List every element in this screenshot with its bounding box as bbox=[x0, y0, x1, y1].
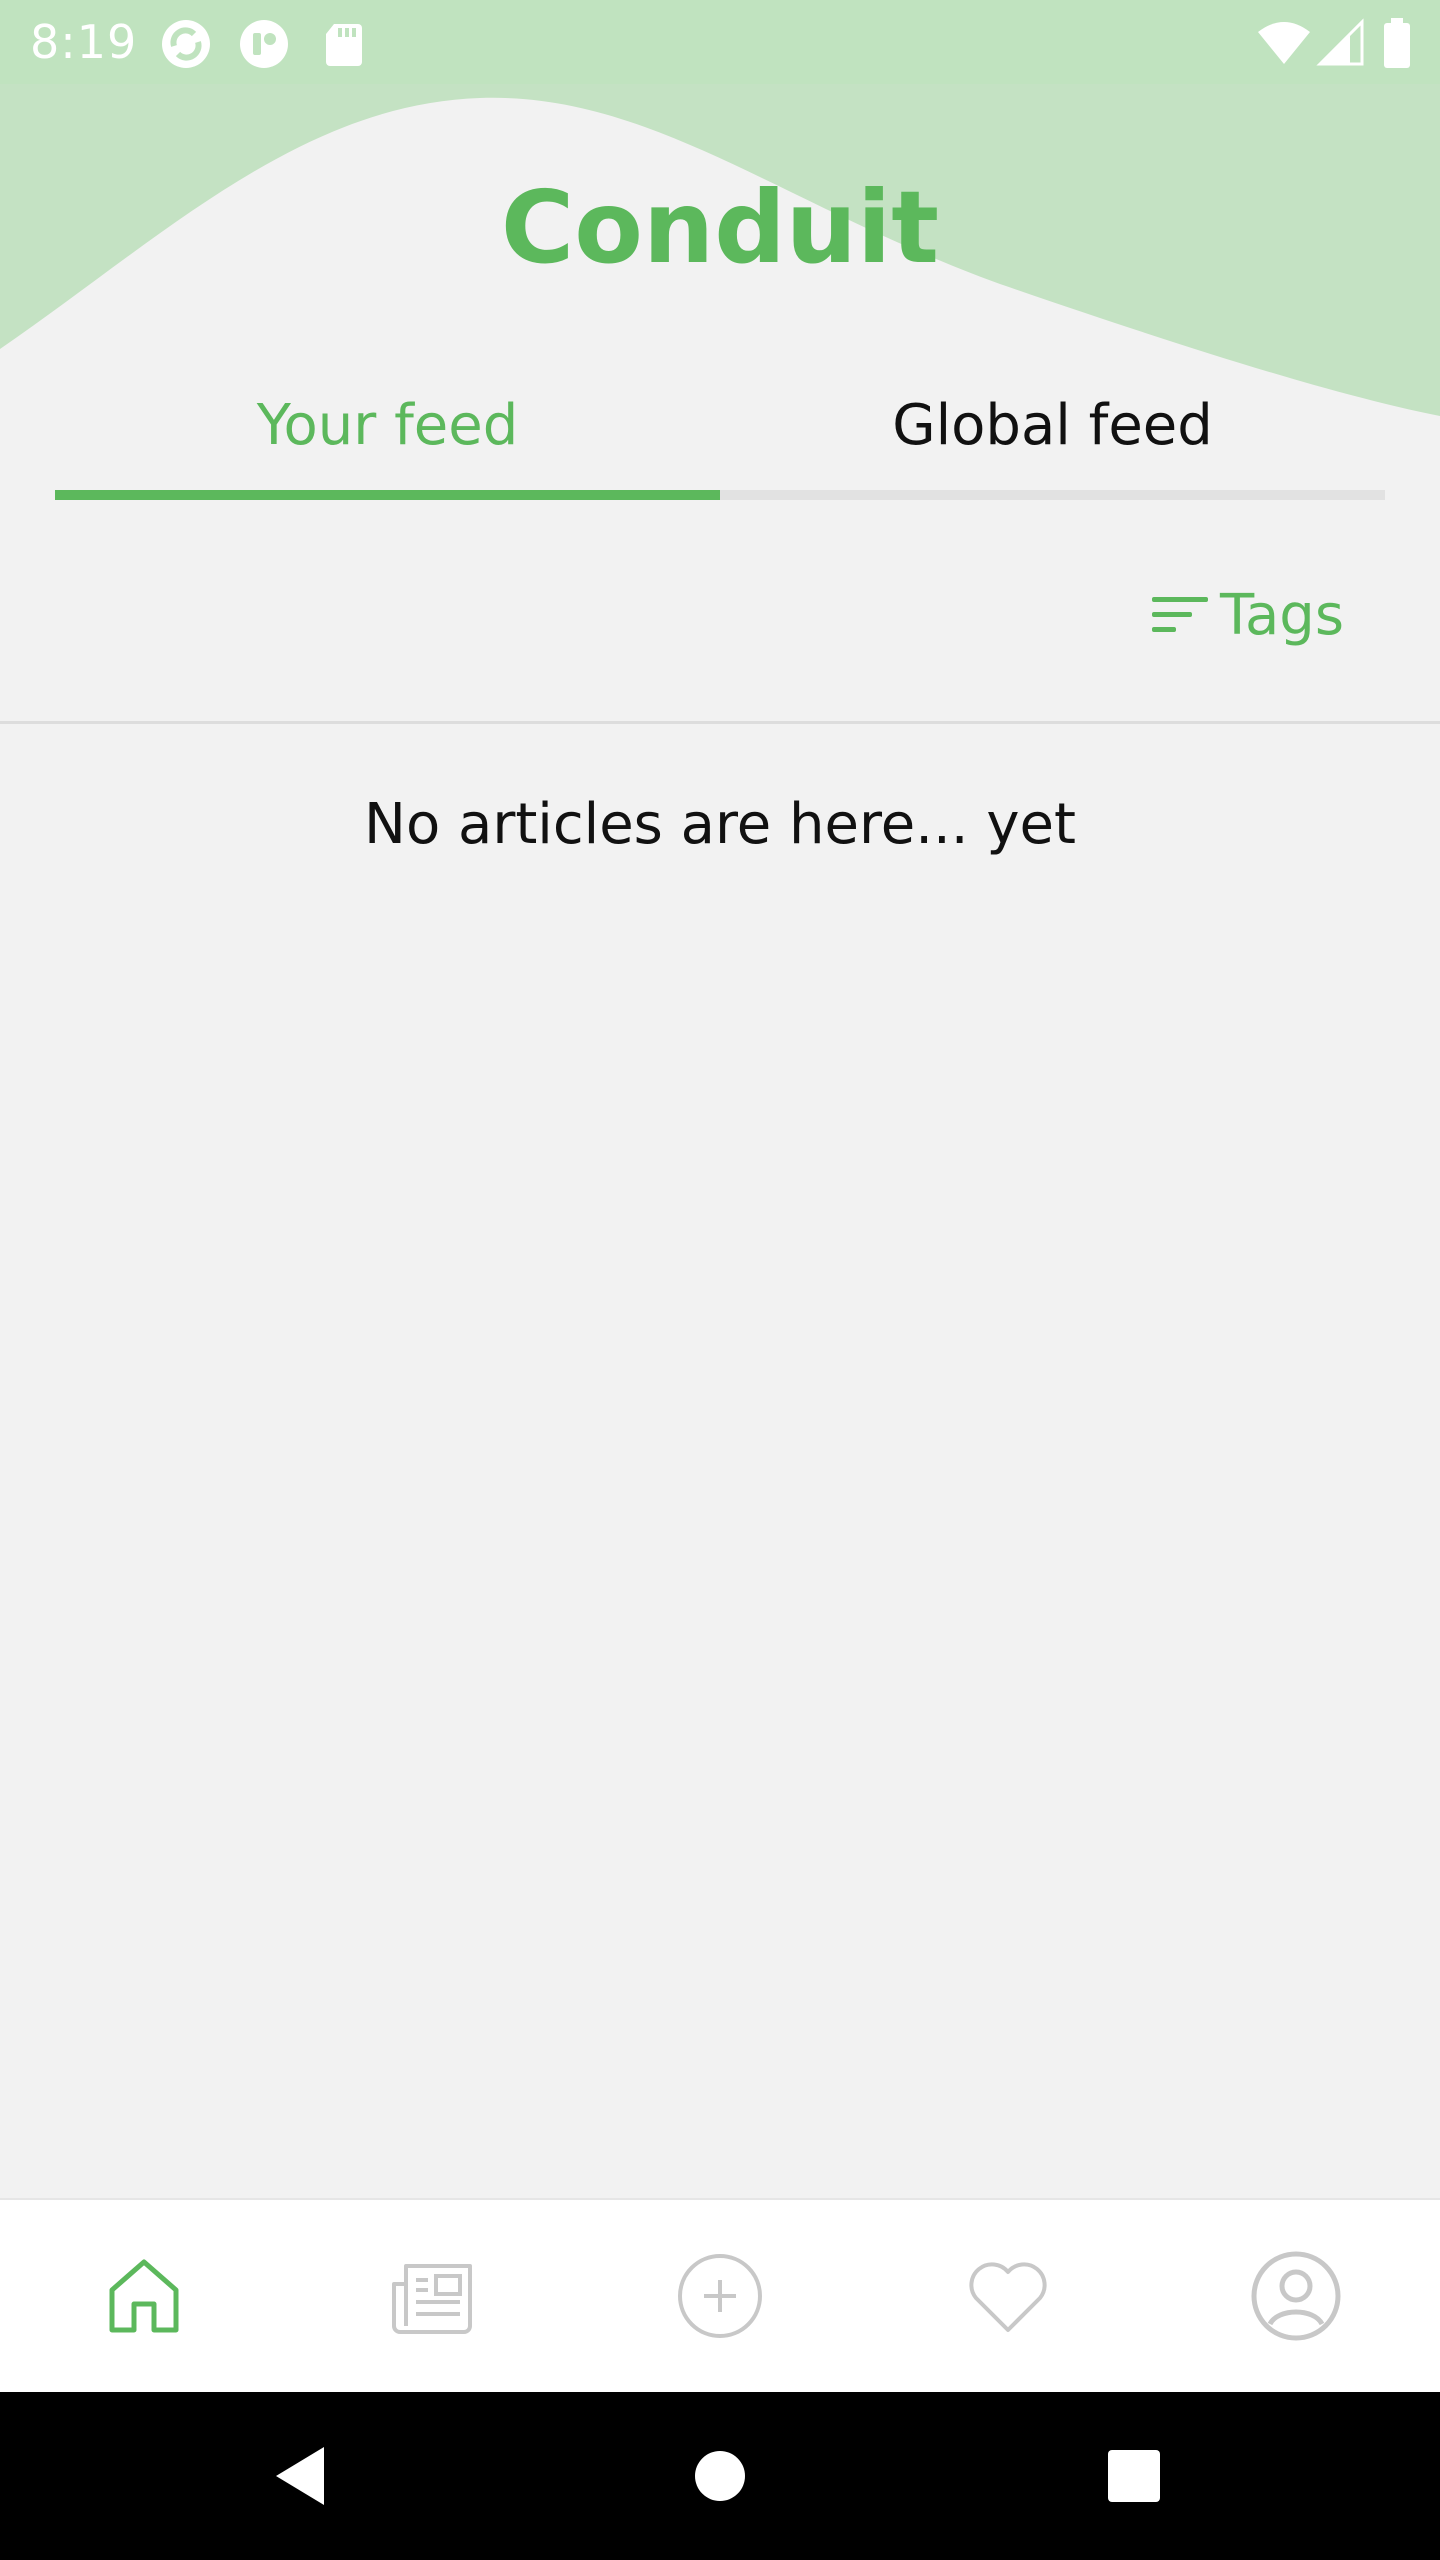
sync-app-icon bbox=[162, 20, 210, 68]
recents-icon bbox=[1108, 2450, 1160, 2502]
system-back-button[interactable] bbox=[250, 2426, 350, 2526]
nav-new-article[interactable] bbox=[576, 2200, 864, 2392]
notification-app-icon bbox=[240, 20, 288, 68]
system-recents-button[interactable] bbox=[1084, 2426, 1184, 2526]
home-icon bbox=[109, 2259, 179, 2333]
sd-card-icon bbox=[326, 24, 362, 66]
cellular-signal-icon bbox=[1316, 18, 1364, 66]
add-circle-icon bbox=[678, 2254, 762, 2338]
battery-icon bbox=[1384, 18, 1410, 68]
tab-indicator bbox=[55, 490, 720, 500]
status-bar: 8:19 bbox=[0, 0, 1440, 84]
tags-label: Tags bbox=[1220, 582, 1344, 648]
divider bbox=[0, 721, 1440, 724]
newspaper-icon bbox=[392, 2264, 472, 2334]
nav-profile[interactable] bbox=[1152, 2200, 1440, 2392]
tab-track bbox=[55, 490, 1385, 500]
tab-your-feed[interactable]: Your feed bbox=[55, 360, 720, 490]
home-circle-icon bbox=[695, 2451, 745, 2501]
system-home-button[interactable] bbox=[670, 2426, 770, 2526]
nav-favorites[interactable] bbox=[864, 2200, 1152, 2392]
screen: 8:19 Conduit Your feed Global feed Tags … bbox=[0, 0, 1440, 2560]
nav-home[interactable] bbox=[0, 2200, 288, 2392]
app-title: Conduit bbox=[500, 169, 940, 286]
system-navigation-bar bbox=[0, 2392, 1440, 2560]
tab-global-feed[interactable]: Global feed bbox=[720, 360, 1385, 490]
feed-tabs: Your feed Global feed bbox=[55, 360, 1385, 502]
nav-articles[interactable] bbox=[288, 2200, 576, 2392]
tags-filter-button[interactable]: Tags bbox=[1152, 575, 1344, 655]
status-time: 8:19 bbox=[30, 15, 138, 69]
bottom-navigation bbox=[0, 2198, 1440, 2392]
account-circle-icon bbox=[1251, 2251, 1341, 2341]
empty-feed-message: No articles are here... yet bbox=[364, 792, 1076, 857]
wifi-icon bbox=[1258, 22, 1310, 64]
filter-list-icon bbox=[1152, 597, 1209, 632]
heart-icon bbox=[969, 2262, 1047, 2332]
back-icon bbox=[276, 2447, 324, 2505]
